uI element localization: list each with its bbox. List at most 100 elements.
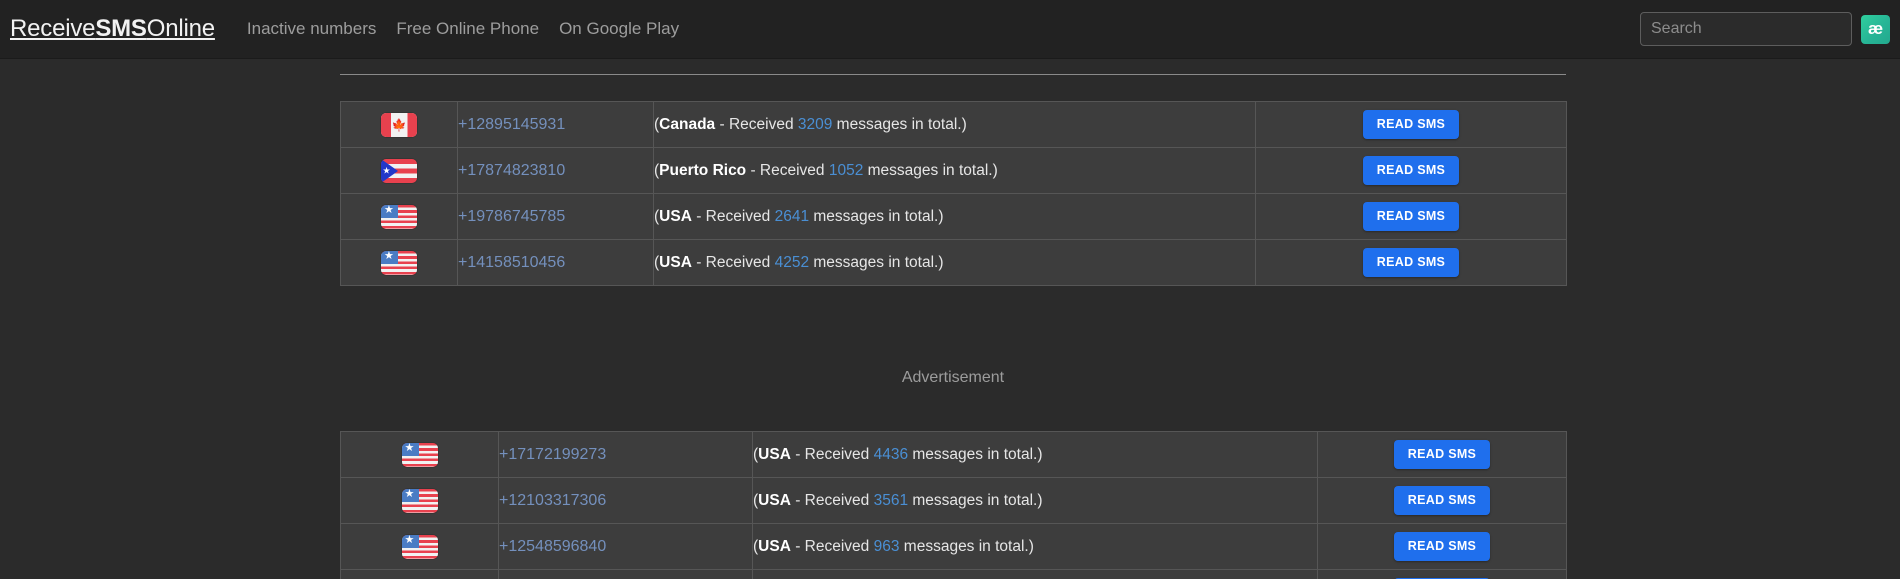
brand-suffix: Online — [146, 15, 215, 42]
table-row[interactable]: +17172199273 (USA - Received 4436 messag… — [340, 431, 1567, 478]
read-sms-button[interactable]: READ SMS — [1393, 486, 1491, 515]
phone-number-link[interactable]: +12895145931 — [458, 116, 565, 133]
desc-received-text: - Received — [790, 537, 874, 555]
table-row[interactable]: +12103317306 (USA - Received 3561 messag… — [340, 477, 1567, 524]
flag-cell — [340, 193, 458, 240]
country-name: Puerto Rico — [659, 161, 747, 179]
puerto-rico-flag-icon — [381, 158, 417, 183]
desc-received-text: - Received — [691, 207, 775, 225]
table-row[interactable]: +12895145931 (Canada - Received 3209 mes… — [340, 101, 1567, 148]
site-brand-logo[interactable]: ReceiveSMSOnline — [10, 15, 215, 43]
desc-suffix-text: messages in total.) — [899, 537, 1034, 555]
read-sms-button[interactable]: READ SMS — [1362, 248, 1460, 277]
action-cell: READ SMS — [1317, 569, 1567, 579]
table-row[interactable]: +14158510456 (USA - Received 4252 messag… — [340, 239, 1567, 286]
phone-number-link[interactable]: +17172199273 — [499, 446, 606, 463]
nav-link-free-online-phone[interactable]: Free Online Phone — [386, 19, 549, 39]
nav-link-inactive-numbers[interactable]: Inactive numbers — [237, 19, 386, 39]
brand-prefix: Receive — [10, 15, 96, 42]
top-divider — [340, 74, 1566, 75]
desc-received-text: - Received — [691, 253, 775, 271]
description-cell: (USA - Received 2641 messages in total.) — [653, 193, 1256, 240]
usa-flag-icon — [381, 250, 417, 275]
advertisement-label: Advertisement — [901, 369, 1005, 386]
desc-received-text: - Received — [715, 115, 798, 133]
row-description: (USA - Received 4252 messages in total.) — [654, 254, 944, 271]
read-sms-button[interactable]: READ SMS — [1393, 440, 1491, 469]
phone-cell: +12103317306 — [498, 477, 753, 524]
flag-cell — [340, 239, 458, 286]
phone-cell: +18053563639 — [498, 569, 753, 579]
numbers-table-bottom: +17172199273 (USA - Received 4436 messag… — [340, 431, 1567, 579]
desc-received-text: - Received — [746, 161, 829, 179]
table-row[interactable]: +18053563639 (USA - Received 1090 messag… — [340, 569, 1567, 579]
desc-suffix-text: messages in total.) — [908, 445, 1043, 463]
phone-number-link[interactable]: +19786745785 — [458, 208, 565, 225]
flag-cell — [340, 523, 499, 570]
row-description: (USA - Received 2641 messages in total.) — [654, 208, 944, 225]
flag-cell — [340, 569, 499, 579]
phone-cell: +14158510456 — [457, 239, 654, 286]
message-count: 1052 — [828, 161, 864, 179]
top-navbar: ReceiveSMSOnline Inactive numbers Free O… — [0, 0, 1900, 59]
action-cell: READ SMS — [1317, 523, 1567, 570]
phone-cell: +12895145931 — [457, 101, 654, 148]
country-name: Canada — [659, 115, 716, 133]
action-cell: READ SMS — [1255, 239, 1567, 286]
message-count: 2641 — [774, 207, 810, 225]
country-name: USA — [758, 445, 791, 463]
flag-cell — [340, 477, 499, 524]
message-count: 963 — [873, 537, 900, 555]
read-sms-button[interactable]: READ SMS — [1362, 202, 1460, 231]
desc-suffix-text: messages in total.) — [908, 491, 1043, 509]
table-row[interactable]: +19786745785 (USA - Received 2641 messag… — [340, 193, 1567, 240]
description-cell: (USA - Received 4436 messages in total.) — [752, 431, 1318, 478]
phone-cell: +19786745785 — [457, 193, 654, 240]
flag-cell — [340, 101, 458, 148]
brand-mid: SMS — [95, 15, 147, 42]
search-input[interactable] — [1640, 12, 1852, 46]
action-cell: READ SMS — [1255, 101, 1567, 148]
main-nav: Inactive numbers Free Online Phone On Go… — [237, 19, 689, 39]
phone-number-link[interactable]: +12548596840 — [499, 538, 606, 555]
phone-cell: +17874823810 — [457, 147, 654, 194]
message-count: 4436 — [873, 445, 909, 463]
action-cell: READ SMS — [1255, 193, 1567, 240]
phone-cell: +12548596840 — [498, 523, 753, 570]
description-cell: (Puerto Rico - Received 1052 messages in… — [653, 147, 1256, 194]
table-row[interactable]: +17874823810 (Puerto Rico - Received 105… — [340, 147, 1567, 194]
action-cell: READ SMS — [1317, 477, 1567, 524]
desc-suffix-text: messages in total.) — [832, 115, 967, 133]
table-row[interactable]: +12548596840 (USA - Received 963 message… — [340, 523, 1567, 570]
flag-cell — [340, 147, 458, 194]
flag-cell — [340, 431, 499, 478]
row-description: (USA - Received 3561 messages in total.) — [753, 492, 1043, 509]
navbar-right-group: æ — [1640, 12, 1890, 46]
desc-received-text: - Received — [790, 491, 874, 509]
phone-cell: +17172199273 — [498, 431, 753, 478]
desc-received-text: - Received — [790, 445, 874, 463]
action-cell: READ SMS — [1317, 431, 1567, 478]
action-cell: READ SMS — [1255, 147, 1567, 194]
read-sms-button[interactable]: READ SMS — [1362, 156, 1460, 185]
usa-flag-icon — [401, 488, 438, 513]
usa-flag-icon — [401, 442, 438, 467]
phone-number-link[interactable]: +17874823810 — [458, 162, 565, 179]
nav-link-on-google-play[interactable]: On Google Play — [549, 19, 689, 39]
message-count: 3561 — [873, 491, 909, 509]
canada-flag-icon — [381, 112, 417, 137]
row-description: (Puerto Rico - Received 1052 messages in… — [654, 162, 998, 179]
description-cell: (USA - Received 3561 messages in total.) — [752, 477, 1318, 524]
row-description: (Canada - Received 3209 messages in tota… — [654, 116, 967, 133]
phone-number-link[interactable]: +14158510456 — [458, 254, 565, 271]
country-name: USA — [659, 207, 692, 225]
read-sms-button[interactable]: READ SMS — [1393, 532, 1491, 561]
row-description: (USA - Received 963 messages in total.) — [753, 538, 1034, 555]
usa-flag-icon — [401, 534, 438, 559]
ae-icon[interactable]: æ — [1861, 14, 1890, 44]
phone-number-link[interactable]: +12103317306 — [499, 492, 606, 509]
row-description: (USA - Received 4436 messages in total.) — [753, 446, 1043, 463]
read-sms-button[interactable]: READ SMS — [1362, 110, 1460, 139]
description-cell: (USA - Received 963 messages in total.) — [752, 523, 1318, 570]
usa-flag-icon — [381, 204, 417, 229]
